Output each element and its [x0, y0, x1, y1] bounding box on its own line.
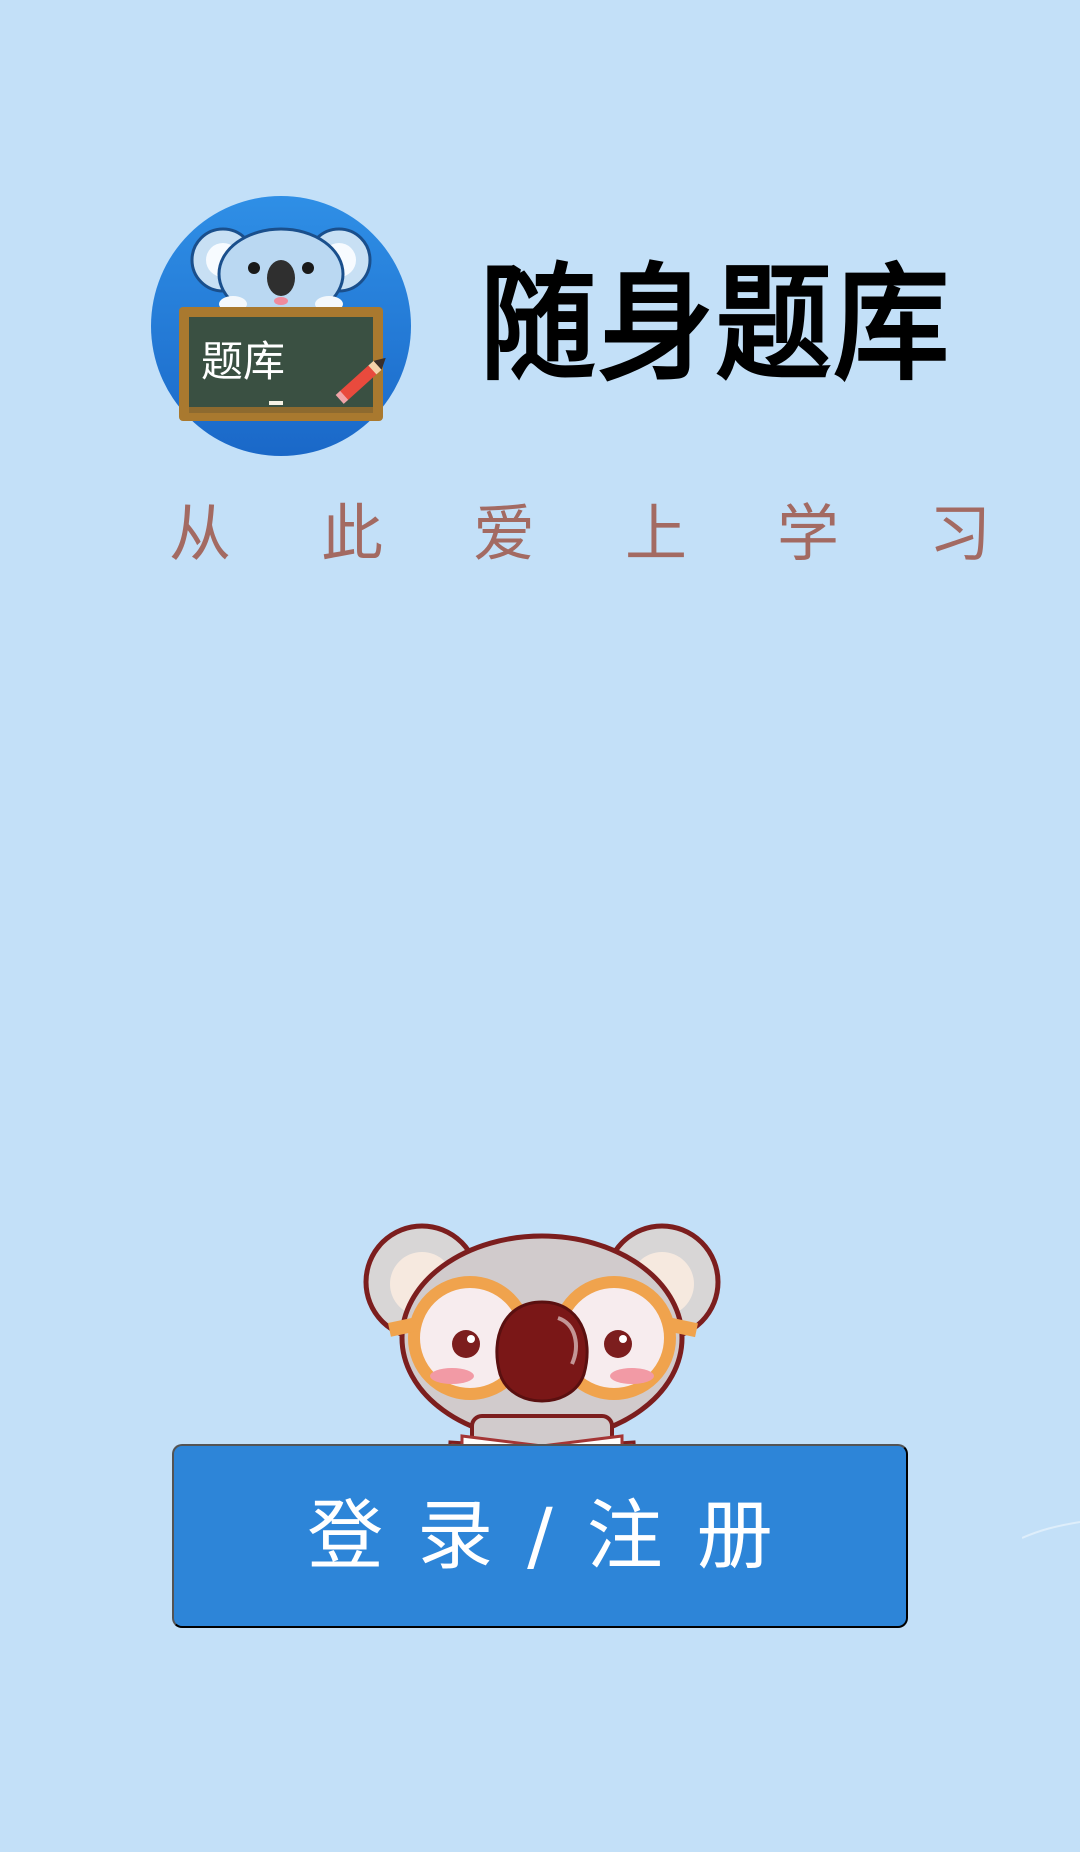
- login-register-button[interactable]: 登录/注册: [172, 1444, 908, 1628]
- slogan-char: 此: [320, 497, 383, 570]
- slogan-char: 上: [624, 497, 687, 570]
- decorative-accent-icon: [1022, 1521, 1080, 1539]
- logo-text: 题库: [201, 337, 285, 386]
- app-title: 随身题库: [480, 251, 952, 398]
- koala-cheek-left: [430, 1368, 474, 1384]
- koala-eye-left: [452, 1330, 480, 1358]
- login-register-label: 登录/注册: [307, 1491, 807, 1580]
- koala-cheek-right: [610, 1368, 654, 1384]
- logo-graphic: 题库: [151, 196, 411, 456]
- koala-nose: [495, 1300, 589, 1403]
- app-slogan: 从 此 爱 上 学 习: [160, 494, 1000, 574]
- koala-eye-right: [604, 1330, 632, 1358]
- app-logo-icon: 题库: [151, 196, 411, 456]
- slogan-char: 从: [168, 497, 231, 570]
- slogan-char: 爱: [472, 497, 535, 570]
- slogan-char: 学: [776, 497, 839, 570]
- slogan-char: 习: [928, 497, 991, 570]
